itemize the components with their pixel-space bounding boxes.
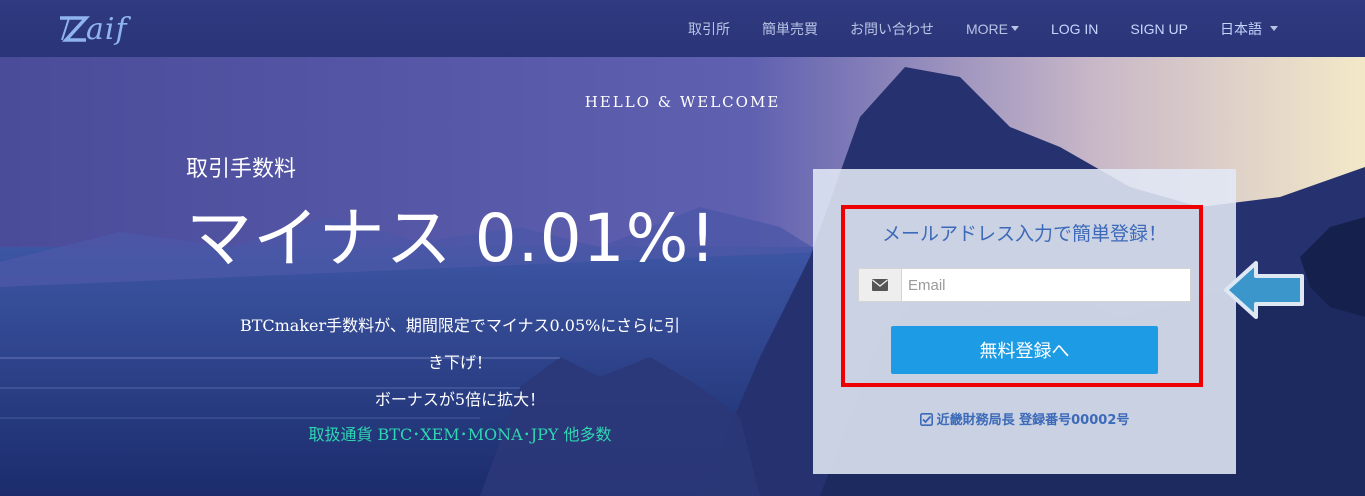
license-text: 近畿財務局長 登録番号00002号 [936, 413, 1130, 428]
email-input-group [858, 268, 1191, 302]
nav-signup[interactable]: SIGN UP [1114, 21, 1204, 37]
language-selector[interactable]: 日本語 [1204, 19, 1294, 39]
language-label: 日本語 [1220, 20, 1262, 37]
license-info: 近畿財務局長 登録番号00002号 [813, 409, 1236, 428]
fee-label: 取引手数料 [186, 157, 297, 182]
nav-exchange[interactable]: 取引所 [672, 19, 746, 39]
nav-more[interactable]: MORE [950, 21, 1035, 37]
hero-section: HELLO & WELCOME 取引手数料 マイナス 0.01%! BTCmak… [0, 57, 1365, 496]
promo-line: き下げ！ [427, 353, 492, 372]
nav-contact[interactable]: お問い合わせ [834, 19, 950, 39]
check-square-icon [919, 413, 933, 426]
zaif-logo-mark [60, 16, 90, 42]
promo-line: BTCmaker手数料が、期間限定でマイナス0.05%にさらに引 [239, 316, 681, 335]
signup-title: メールアドレス入力で簡単登録！ [881, 223, 1167, 245]
signup-panel: メールアドレス入力で簡単登録！ 無料登録へ 近畿財務局長 登録番号00002号 [813, 169, 1236, 474]
currency-list: 取扱通貨 BTC･XEM･MONA･JPY 他多数 [308, 425, 612, 444]
page: HELLO & WELCOME 取引手数料 マイナス 0.01%! BTCmak… [0, 0, 1365, 496]
caret-down-icon [1270, 26, 1278, 31]
top-navbar: aif 取引所 簡単売買 お問い合わせ MORE LOG IN SIGN UP … [0, 0, 1365, 57]
main-nav: 取引所 簡単売買 お問い合わせ MORE LOG IN SIGN UP 日本語 [672, 0, 1294, 57]
nav-more-label: MORE [965, 20, 1008, 37]
free-signup-button[interactable]: 無料登録へ [891, 326, 1158, 374]
promo-line: ボーナスが5倍に拡大！ [374, 390, 546, 409]
nav-easy-trade[interactable]: 簡単売買 [746, 19, 834, 39]
zaif-logo[interactable]: aif [56, 9, 128, 49]
envelope-icon [859, 269, 902, 301]
promo-text: BTCmaker手数料が、期間限定でマイナス0.05%にさらに引 き下げ！ ボー… [180, 307, 740, 418]
nav-login[interactable]: LOG IN [1035, 21, 1114, 37]
left-arrow-icon [1224, 261, 1304, 319]
logo-text: aif [86, 11, 128, 47]
hero-greeting: HELLO & WELCOME [584, 93, 781, 111]
hero-headline: マイナス 0.01%! [186, 200, 717, 277]
email-field[interactable] [902, 269, 1190, 301]
caret-down-icon [1010, 26, 1019, 31]
